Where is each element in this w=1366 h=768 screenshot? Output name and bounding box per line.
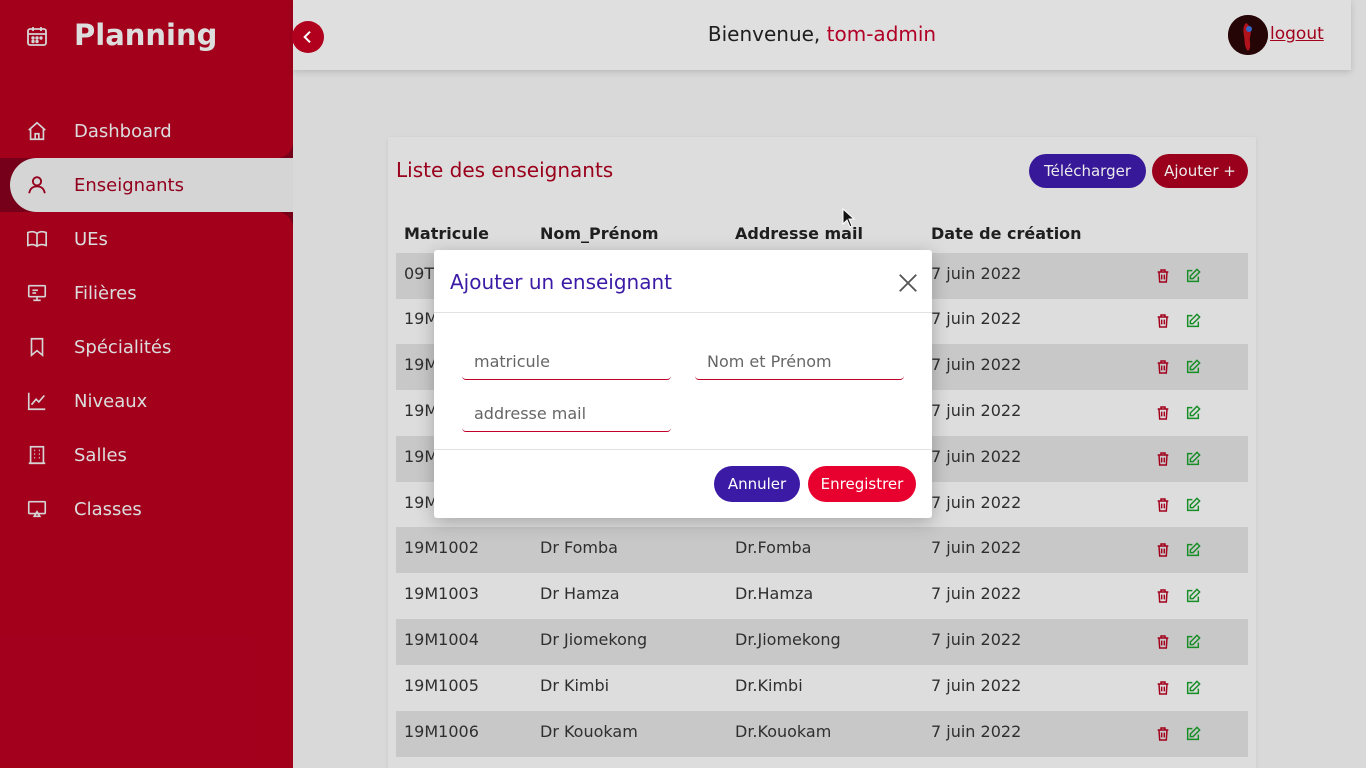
close-icon[interactable] [897,272,919,294]
divider [434,449,932,450]
add-teacher-modal: Ajouter un enseignant Annuler Enregistre… [434,250,932,518]
save-button[interactable]: Enregistrer [808,466,916,502]
modal-title: Ajouter un enseignant [450,270,672,294]
mouse-cursor-icon [842,208,856,228]
sidebar-collapse-button[interactable] [292,21,324,53]
cancel-button[interactable]: Annuler [714,466,800,502]
matricule-field[interactable] [462,344,671,380]
email-field[interactable] [462,396,671,432]
chevron-left-icon [303,30,311,44]
divider [434,312,932,313]
name-field[interactable] [695,344,904,380]
